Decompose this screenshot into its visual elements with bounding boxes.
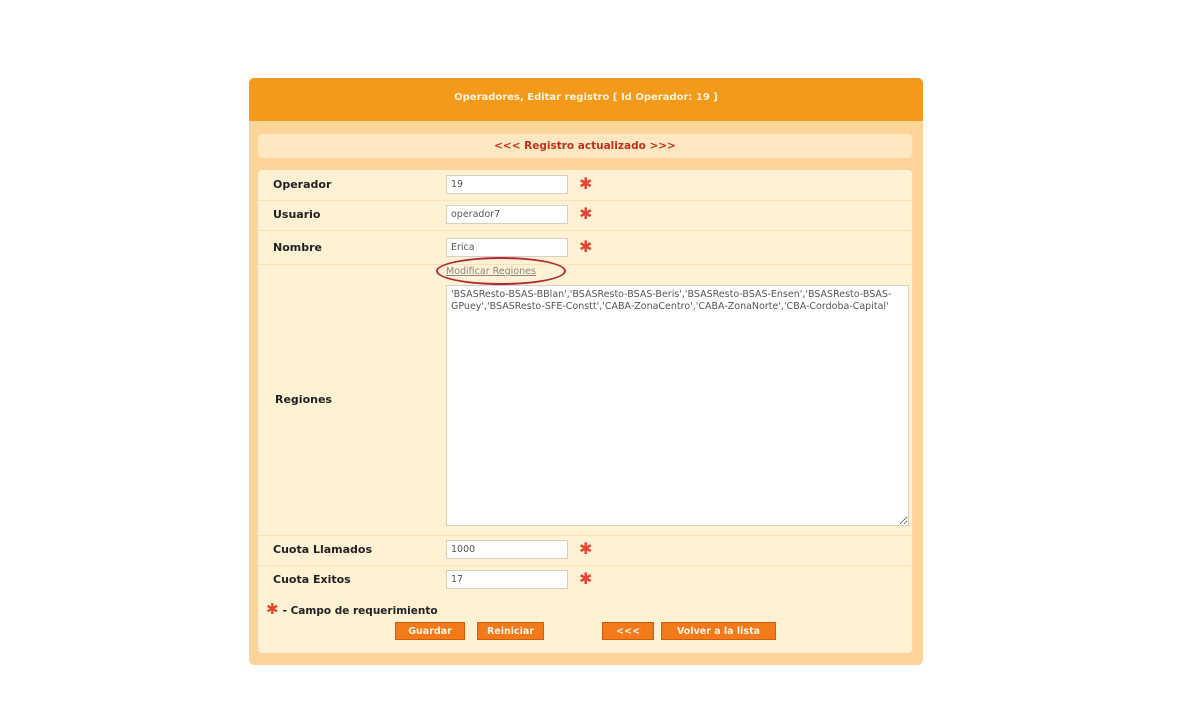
required-icon: ✱ [579,569,593,588]
required-icon: ✱ [579,204,593,223]
cuota-llamados-label: Cuota Llamados [273,543,373,556]
nombre-input[interactable] [446,238,568,257]
volver-lista-button[interactable]: Volver a la lista [661,622,776,640]
row-regiones: Regiones Modificar Regiones 'BSASResto-B… [258,257,912,536]
required-icon: ✱ [579,539,593,558]
operador-label: Operador [273,178,332,191]
edit-panel: Operadores, Editar registro [ Id Operado… [249,78,923,665]
required-icon: ✱ [266,600,279,618]
required-icon: ✱ [579,174,593,193]
cuota-llamados-input[interactable] [446,540,568,559]
row-cuota-llamados: Cuota Llamados ✱ [258,535,912,566]
operador-input[interactable] [446,175,568,194]
required-legend: ✱ - Campo de requerimiento [266,600,438,618]
guardar-button[interactable]: Guardar [395,622,465,640]
regiones-label: Regiones [275,393,332,406]
update-notice: <<< Registro actualizado >>> [258,134,912,158]
edit-form: Operador ✱ Usuario ✱ Nombre ✱ Regiones M… [258,170,912,653]
row-usuario: Usuario ✱ [258,200,912,231]
row-operador: Operador ✱ [258,170,912,201]
required-icon: ✱ [579,237,593,256]
cuota-exitos-label: Cuota Exitos [273,573,351,586]
row-cuota-exitos: Cuota Exitos ✱ [258,565,912,595]
reiniciar-button[interactable]: Reiniciar [477,622,544,640]
panel-header: Operadores, Editar registro [ Id Operado… [249,78,923,121]
back-button[interactable]: <<< [602,622,654,640]
required-legend-text: - Campo de requerimiento [282,605,438,617]
modificar-regiones-link[interactable]: Modificar Regiones [446,266,536,277]
usuario-input[interactable] [446,205,568,224]
regiones-textarea[interactable]: 'BSASResto-BSAS-BBlan','BSASResto-BSAS-B… [446,285,909,526]
row-nombre: Nombre ✱ [258,230,912,265]
cuota-exitos-input[interactable] [446,570,568,589]
nombre-label: Nombre [273,241,322,254]
usuario-label: Usuario [273,208,321,221]
